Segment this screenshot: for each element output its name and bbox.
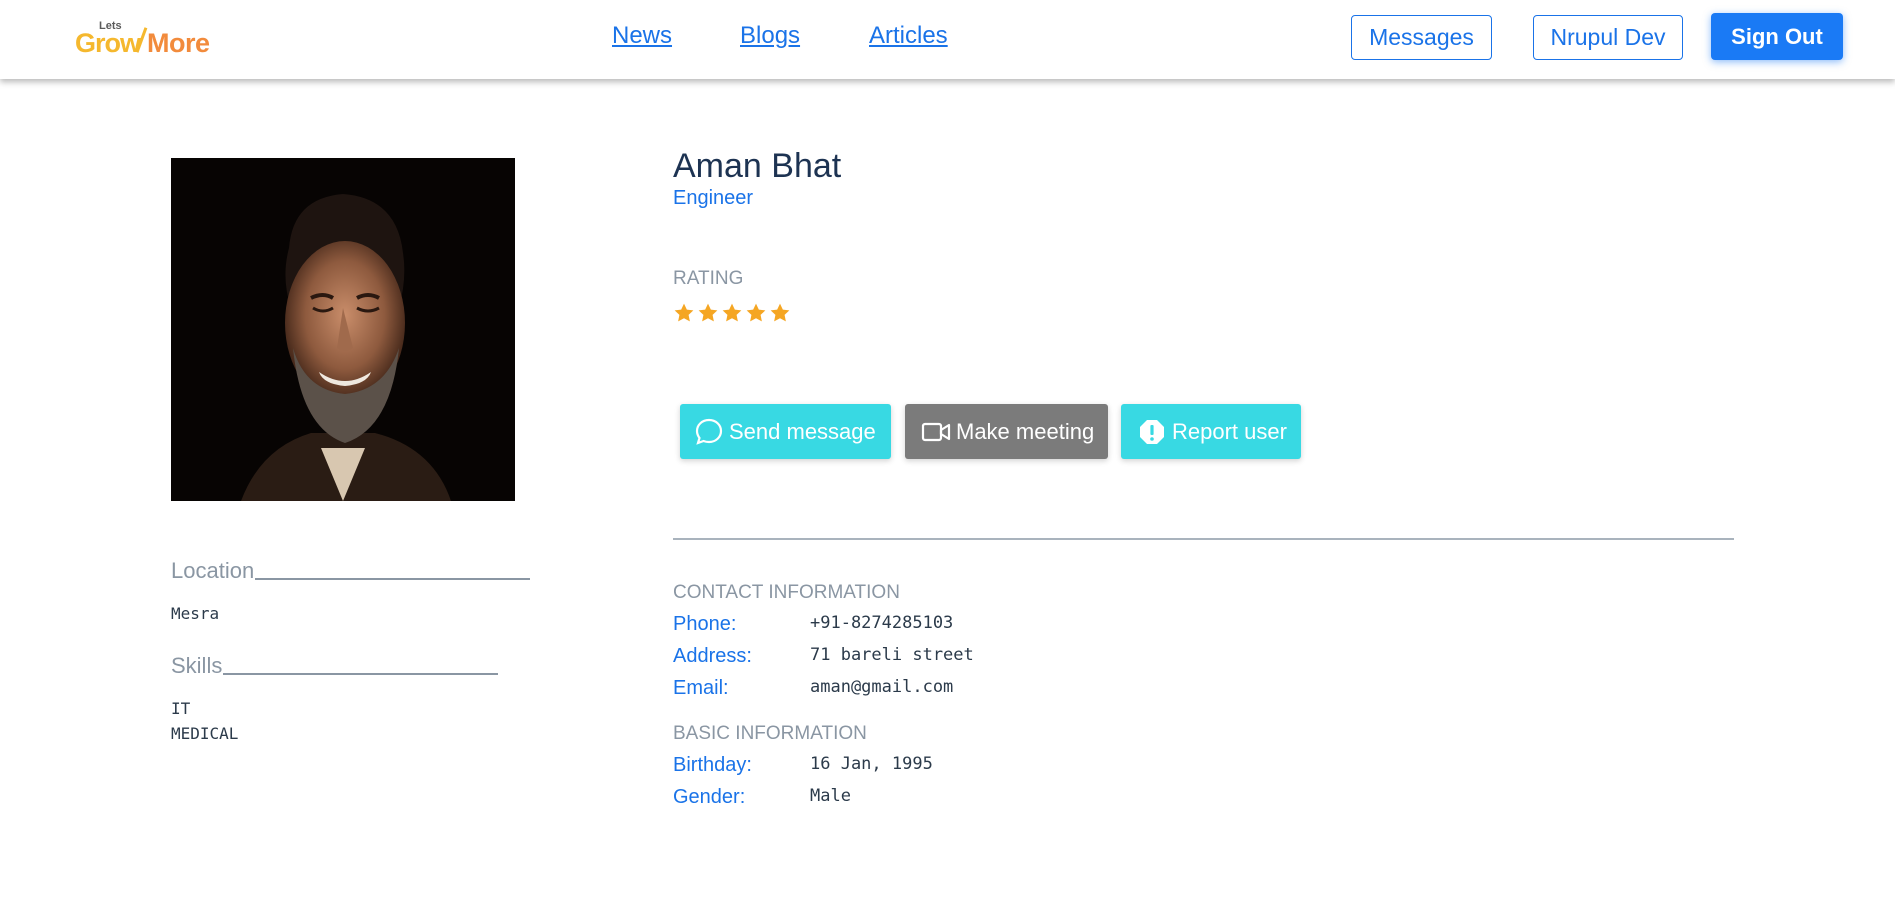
video-camera-icon: [921, 422, 951, 441]
star-icon: [722, 303, 742, 322]
logo-grow-text: Grow: [75, 28, 141, 58]
skill-item: MEDICAL: [171, 724, 239, 743]
skills-rule: [223, 673, 499, 675]
birthday-label: Birthday:: [673, 754, 752, 776]
nav-articles-link[interactable]: Articles: [869, 22, 948, 50]
nav-news-link[interactable]: News: [612, 22, 672, 50]
messages-button[interactable]: Messages: [1351, 15, 1492, 60]
birthday-value: 16 Jan, 1995: [810, 754, 933, 774]
user-profile-button[interactable]: Nrupul Dev: [1533, 15, 1683, 60]
logo[interactable]: Lets Grow More: [75, 20, 215, 58]
profile-photo: [171, 158, 515, 501]
make-meeting-button[interactable]: Make meeting: [905, 404, 1108, 459]
star-icon: [698, 303, 718, 322]
basic-info-heading: BASIC INFORMATION: [673, 723, 867, 744]
gender-value: Male: [810, 786, 851, 806]
location-rule: [255, 578, 531, 580]
report-user-button[interactable]: Report user: [1121, 404, 1301, 459]
profile-role: Engineer: [673, 187, 754, 209]
skills-label: Skills: [171, 653, 223, 678]
phone-value: +91-8274285103: [810, 613, 954, 633]
report-user-label: Report user: [1172, 418, 1287, 444]
send-message-button[interactable]: Send message: [680, 404, 891, 459]
address-label: Address:: [673, 645, 752, 667]
profile-name: Aman Bhat: [673, 147, 842, 185]
nav-blogs-link[interactable]: Blogs: [740, 22, 800, 50]
skills-heading: Skills: [171, 653, 499, 679]
chat-bubble-icon: [695, 418, 723, 445]
sign-out-button[interactable]: Sign Out: [1711, 13, 1843, 60]
send-message-label: Send message: [729, 418, 876, 444]
make-meeting-label: Make meeting: [956, 418, 1095, 444]
email-value: aman@gmail.com: [810, 677, 954, 697]
star-icon: [770, 303, 790, 322]
logo-more-text: More: [147, 28, 210, 58]
section-divider: [673, 538, 1734, 540]
gender-label: Gender:: [673, 786, 746, 808]
location-value: Mesra: [171, 604, 220, 623]
top-navbar: Lets Grow More News Blogs Articles Messa…: [0, 0, 1895, 79]
rating-label: RATING: [673, 268, 744, 289]
alert-octagon-icon: [1140, 419, 1164, 444]
skill-item: IT: [171, 699, 191, 718]
rating-stars: [673, 302, 791, 324]
address-value: 71 bareli street: [810, 645, 974, 665]
location-heading: Location: [171, 558, 531, 584]
phone-label: Phone:: [673, 613, 737, 635]
location-label: Location: [171, 558, 255, 583]
email-label: Email:: [673, 677, 729, 699]
contact-info-heading: CONTACT INFORMATION: [673, 582, 900, 603]
star-icon: [674, 303, 694, 322]
star-icon: [746, 303, 766, 322]
